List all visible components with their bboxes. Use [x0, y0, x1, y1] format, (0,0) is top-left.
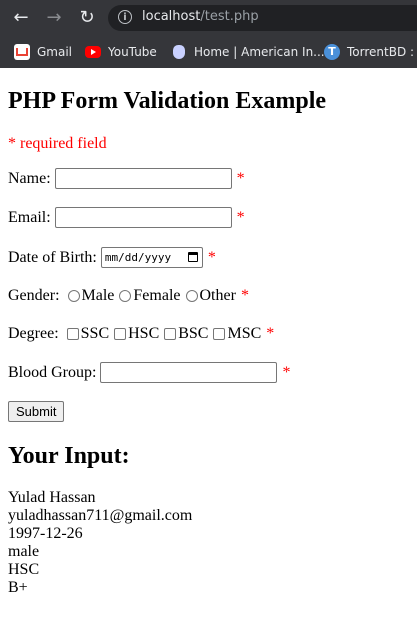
- output-dob: 1997-12-26: [8, 525, 83, 542]
- address-bar[interactable]: i localhost/test.php: [108, 5, 417, 31]
- required-star: *: [236, 169, 245, 187]
- degree-option-label: SSC: [80, 325, 110, 342]
- browser-chrome: ← → ↻ i localhost/test.php Gmail YouTube…: [0, 0, 417, 68]
- name-label: Name:: [8, 169, 51, 187]
- submit-button[interactable]: Submit: [8, 401, 65, 422]
- name-row: Name: *: [8, 168, 245, 189]
- degree-row: Degree: SSC HSC BSC MSC *: [8, 325, 274, 343]
- output-name: Yulad Hassan: [8, 489, 96, 506]
- degree-checkbox-ssc[interactable]: [66, 328, 79, 340]
- required-star: *: [266, 325, 275, 342]
- back-button[interactable]: ←: [9, 6, 33, 30]
- degree-checkbox-bsc[interactable]: [164, 328, 177, 340]
- arrow-left-icon: ←: [13, 7, 29, 28]
- reload-button[interactable]: ↻: [75, 6, 99, 30]
- name-input[interactable]: [54, 168, 232, 189]
- output-blood-group: B+: [8, 579, 28, 596]
- home-icon: [171, 44, 187, 60]
- forward-button[interactable]: →: [42, 6, 66, 30]
- bookmarks-bar: Gmail YouTube Home | American In... T Tor…: [0, 36, 417, 68]
- gender-radio-female[interactable]: [119, 290, 132, 302]
- bookmark-torrentbd[interactable]: T TorrentBD : H: [324, 43, 417, 61]
- blood-group-row: Blood Group: *: [8, 362, 290, 383]
- gmail-icon: [14, 44, 30, 60]
- url-host: localhost: [142, 9, 201, 24]
- email-label: Email:: [8, 208, 51, 226]
- required-star: *: [240, 287, 249, 304]
- gender-row: Gender: Male Female Other *: [8, 287, 249, 305]
- bookmark-youtube[interactable]: YouTube: [85, 43, 157, 61]
- output-email: yuladhassan711@gmail.com: [8, 507, 193, 524]
- degree-checkbox-msc[interactable]: [213, 328, 226, 340]
- bookmark-label: Gmail: [37, 45, 73, 59]
- degree-checkbox-hsc[interactable]: [114, 328, 127, 340]
- bookmark-home[interactable]: Home | American In...: [171, 43, 325, 61]
- page-title: PHP Form Validation Example: [8, 88, 327, 114]
- browser-toolbar: ← → ↻ i localhost/test.php: [0, 0, 417, 36]
- arrow-right-icon: →: [46, 7, 62, 28]
- degree-label: Degree:: [8, 325, 59, 342]
- bookmark-label: YouTube: [108, 45, 157, 59]
- output-title: Your Input:: [8, 443, 130, 469]
- gender-radio-male[interactable]: [67, 290, 80, 302]
- blood-group-label: Blood Group:: [8, 363, 97, 381]
- gender-radio-other[interactable]: [185, 290, 198, 302]
- output-degree: HSC: [8, 561, 40, 578]
- degree-option-label: HSC: [128, 325, 160, 342]
- required-note: * required field: [8, 135, 107, 152]
- gender-option-label: Male: [81, 287, 115, 304]
- bookmark-gmail[interactable]: Gmail: [14, 43, 72, 61]
- dob-placeholder: mm/dd/yyyy: [104, 251, 172, 264]
- reload-icon: ↻: [79, 7, 95, 28]
- degree-option-label: BSC: [178, 325, 209, 342]
- dob-input[interactable]: mm/dd/yyyy: [100, 247, 203, 268]
- youtube-icon: [85, 46, 101, 58]
- info-icon[interactable]: i: [118, 10, 132, 24]
- degree-option-label: MSC: [227, 325, 262, 342]
- dob-label: Date of Birth:: [8, 248, 97, 266]
- bookmark-label: TorrentBD : H: [347, 45, 417, 59]
- email-row: Email: *: [8, 207, 245, 228]
- required-star: *: [282, 363, 291, 381]
- dob-row: Date of Birth: mm/dd/yyyy *: [8, 247, 216, 268]
- required-star: *: [207, 248, 216, 266]
- required-star: *: [236, 208, 245, 226]
- blood-group-input[interactable]: [100, 362, 278, 383]
- gender-option-label: Female: [133, 287, 181, 304]
- gender-option-label: Other: [199, 287, 236, 304]
- gender-label: Gender:: [8, 287, 60, 304]
- calendar-icon[interactable]: [187, 252, 198, 262]
- output-list: Yulad Hassan yuladhassan711@gmail.com 19…: [8, 489, 192, 597]
- bookmark-label: Home | American In...: [194, 45, 325, 59]
- output-gender: male: [8, 543, 40, 560]
- url-path: /test.php: [200, 9, 259, 24]
- url-text[interactable]: localhost/test.php: [142, 9, 259, 24]
- torrentbd-icon: T: [324, 44, 340, 60]
- email-input[interactable]: [54, 207, 232, 228]
